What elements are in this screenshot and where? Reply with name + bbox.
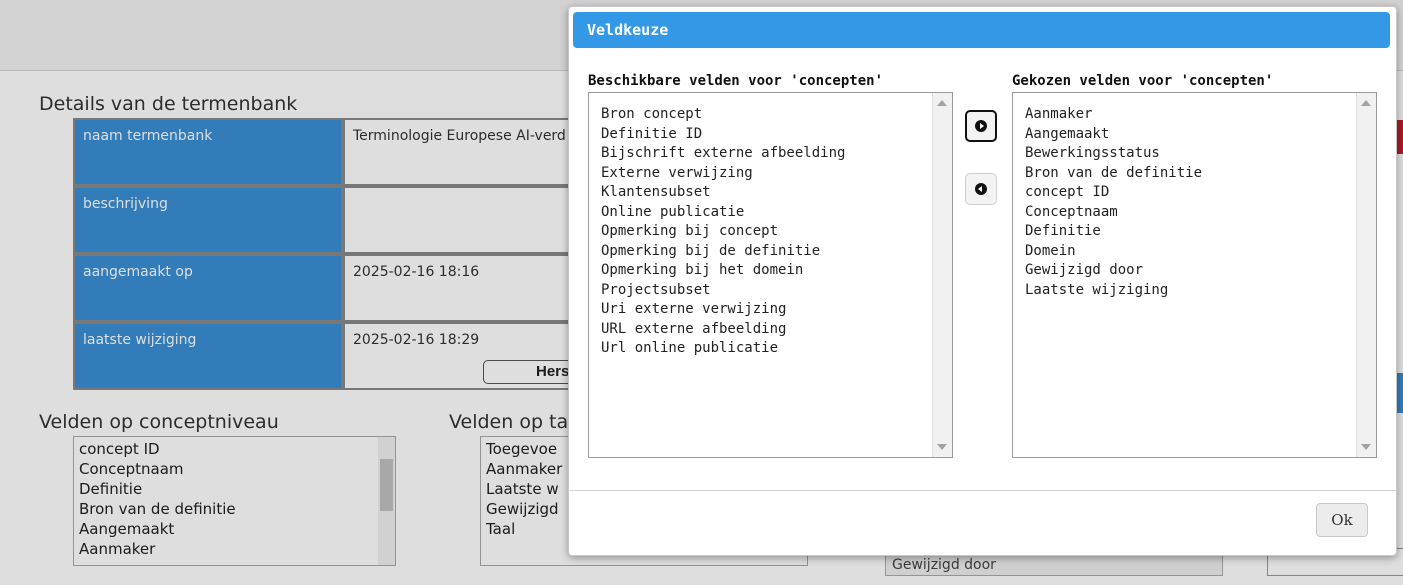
list-item[interactable]: Aanmaker [1025, 105, 1202, 125]
list-item[interactable]: Gewijzigd door [1025, 261, 1202, 281]
list-item[interactable]: Klantensubset [601, 183, 845, 203]
available-fields-list[interactable]: Bron concept Definitie ID Bijschrift ext… [588, 92, 953, 458]
list-item[interactable]: Projectsubset [601, 281, 845, 301]
scroll-up-icon[interactable] [937, 100, 947, 106]
list-item[interactable]: concept ID [1025, 183, 1202, 203]
list-item[interactable]: Definitie ID [601, 125, 845, 145]
list-item[interactable]: Url online publicatie [601, 339, 845, 359]
list-item[interactable]: Externe verwijzing [601, 164, 845, 184]
available-fields-title: Beschikbare velden voor 'concepten' [588, 73, 884, 89]
list-item[interactable]: URL externe afbeelding [601, 320, 845, 340]
arrow-left-icon [975, 183, 987, 195]
list-item[interactable]: Conceptnaam [1025, 203, 1202, 223]
chosen-fields-list[interactable]: Aanmaker Aangemaakt Bewerkingsstatus Bro… [1012, 92, 1377, 458]
list-item[interactable]: Bron van de definitie [1025, 164, 1202, 184]
scrollbar[interactable] [932, 93, 952, 457]
dialog-title: Veldkeuze [573, 12, 1390, 48]
list-item[interactable]: Laatste wijziging [1025, 281, 1202, 301]
list-item[interactable]: Domein [1025, 242, 1202, 262]
chosen-fields-title: Gekozen velden voor 'concepten' [1012, 73, 1274, 89]
list-item[interactable]: Bron concept [601, 105, 845, 125]
list-item[interactable]: Opmerking bij de definitie [601, 242, 845, 262]
scroll-down-icon[interactable] [937, 444, 947, 450]
scrollbar[interactable] [1356, 93, 1376, 457]
list-item[interactable]: Opmerking bij het domein [601, 261, 845, 281]
move-right-button[interactable] [965, 110, 997, 142]
list-item[interactable]: Bewerkingsstatus [1025, 144, 1202, 164]
list-item[interactable]: Uri externe verwijzing [601, 300, 845, 320]
list-item[interactable]: Opmerking bij concept [601, 222, 845, 242]
list-item[interactable]: Online publicatie [601, 203, 845, 223]
list-item[interactable]: Definitie [1025, 222, 1202, 242]
list-item[interactable]: Bijschrift externe afbeelding [601, 144, 845, 164]
list-item[interactable]: Aangemaakt [1025, 125, 1202, 145]
scroll-down-icon[interactable] [1361, 444, 1371, 450]
scroll-up-icon[interactable] [1361, 100, 1371, 106]
move-left-button[interactable] [965, 173, 997, 205]
ok-button[interactable]: Ok [1316, 503, 1368, 537]
field-choice-dialog: Veldkeuze Beschikbare velden voor 'conce… [568, 6, 1397, 556]
footer-divider [569, 490, 1396, 491]
arrow-right-icon [975, 120, 987, 132]
